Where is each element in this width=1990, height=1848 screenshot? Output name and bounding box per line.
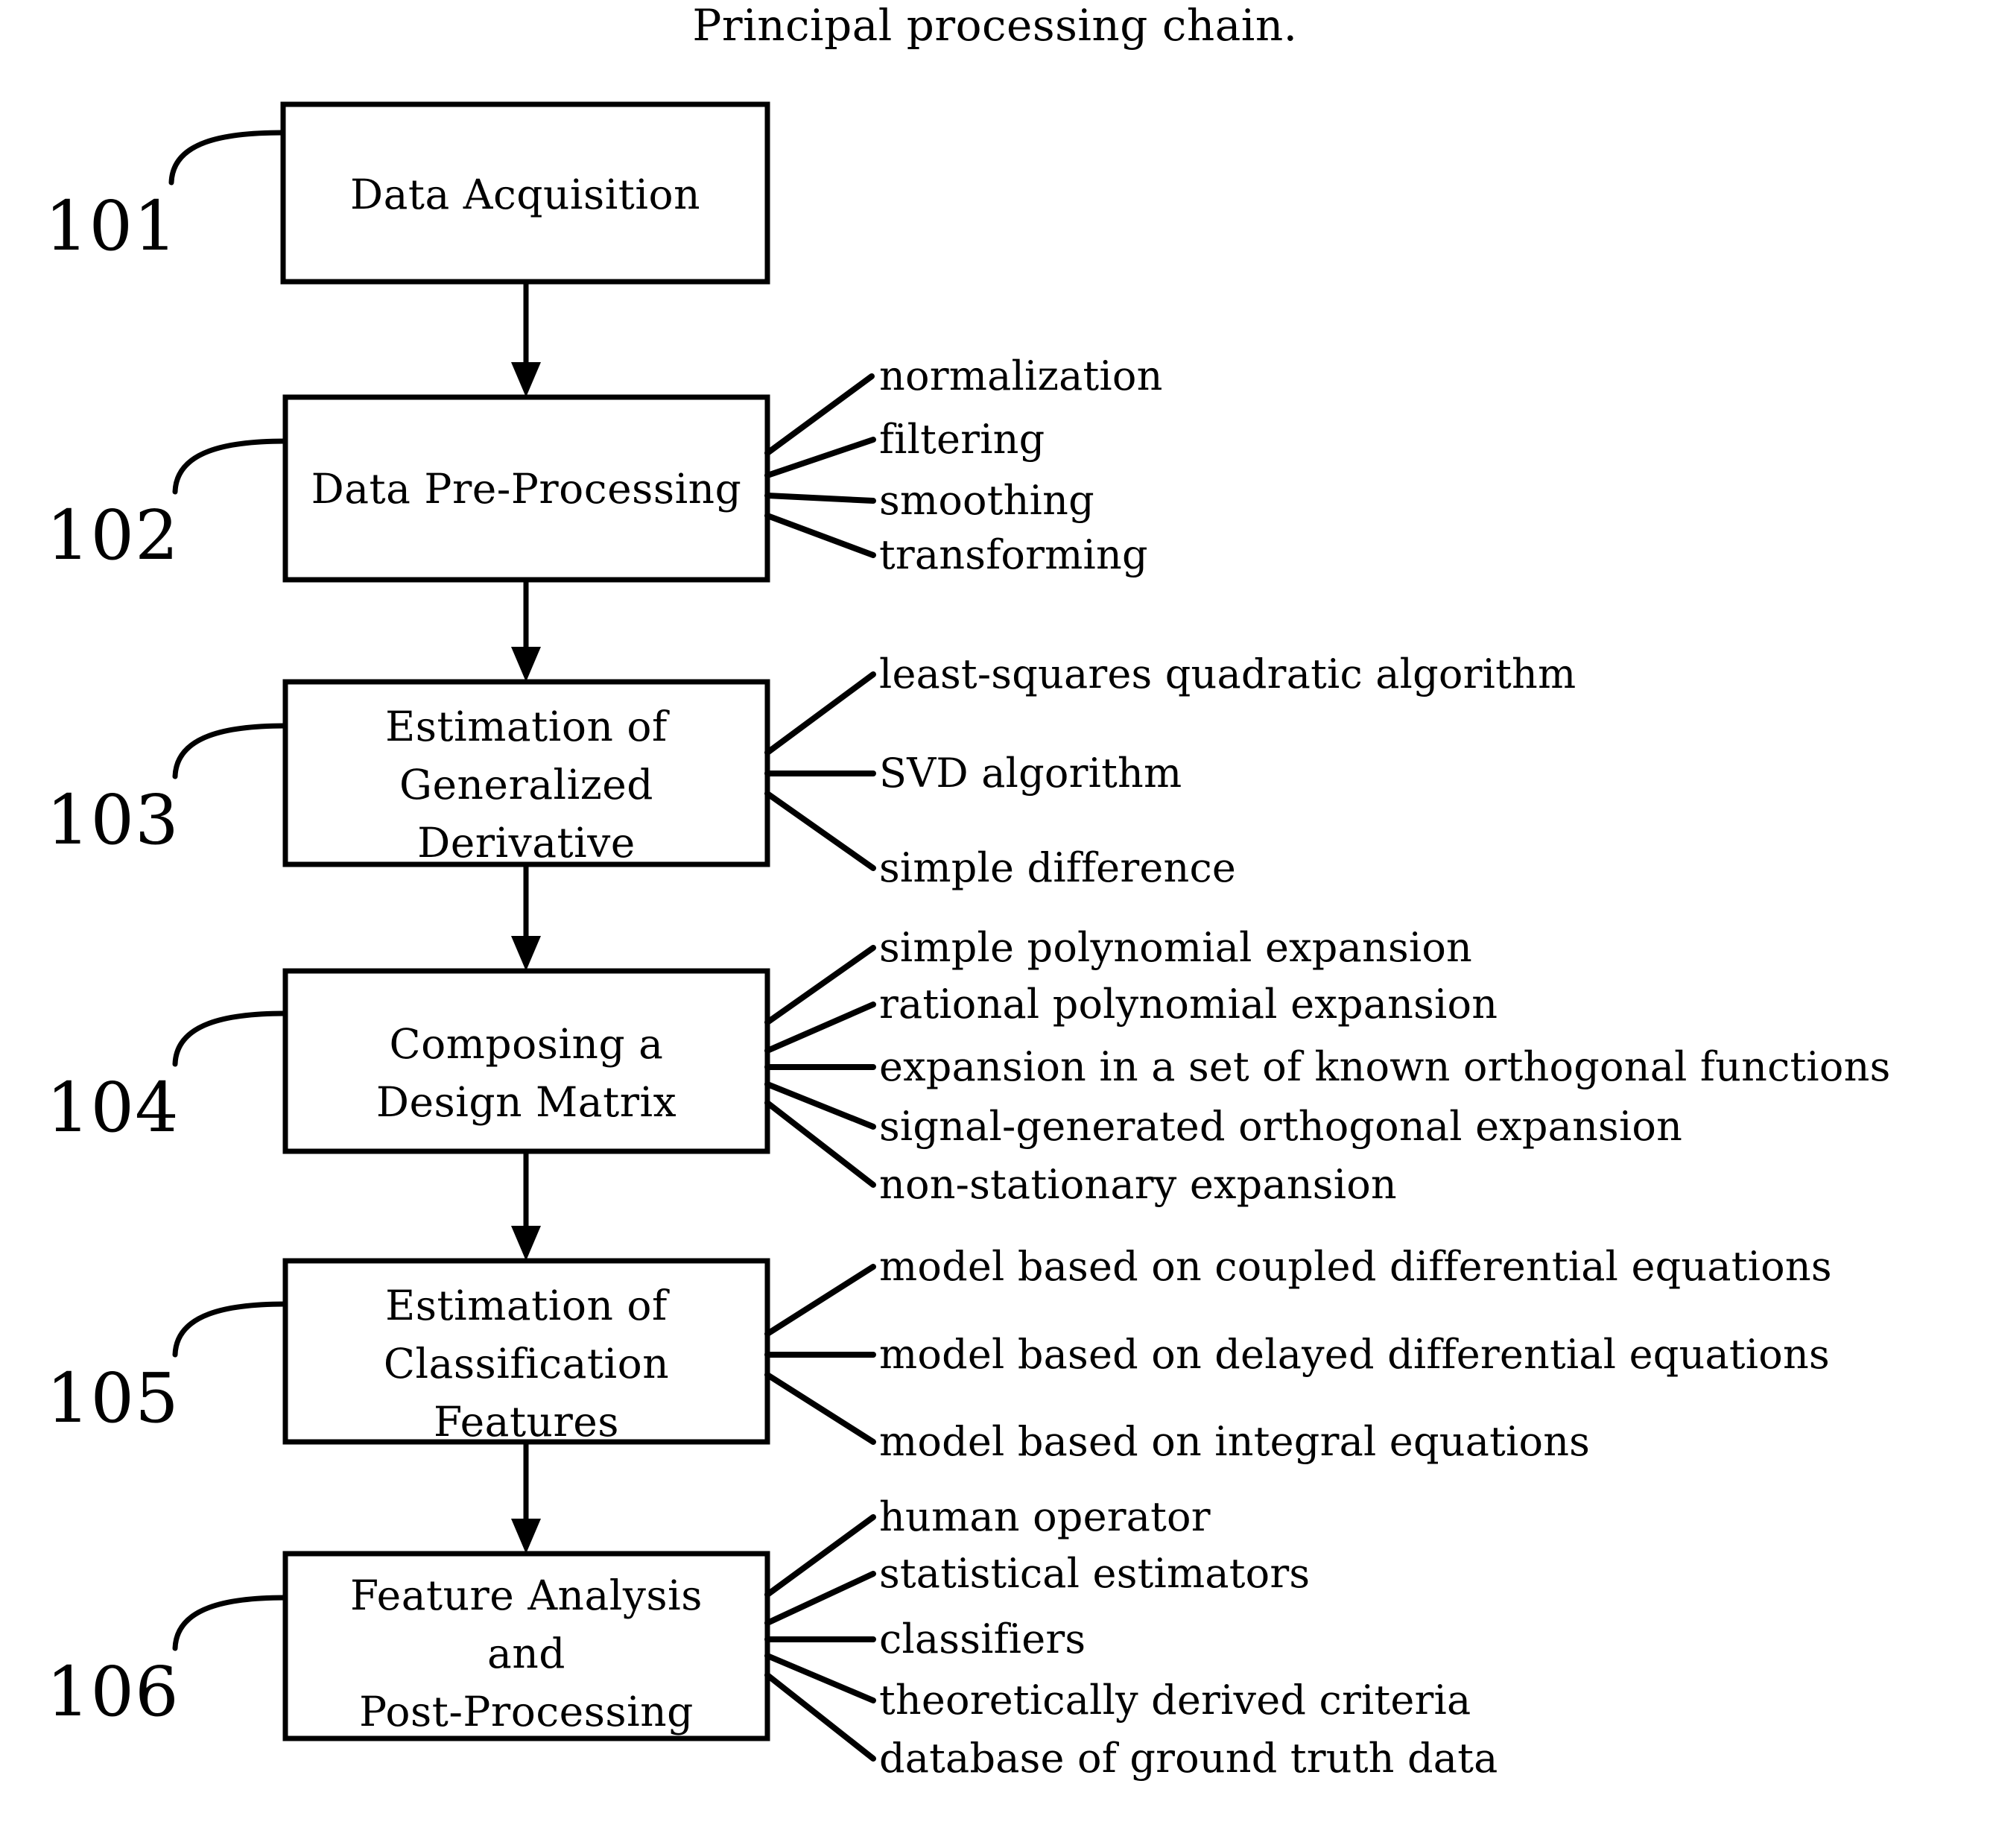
annotation-104-non-stationary: non-stationary expansion [879,1161,1397,1208]
annotation-104-signal-generated: signal-generated orthogonal expansion [879,1103,1683,1150]
annotation-leaders-106 [764,1514,876,1762]
step-label-103: Estimation of Generalized Derivative [385,703,668,867]
annotation-104-known-orthogonal: expansion in a set of known orthogonal f… [879,1043,1891,1090]
step-label-102: Data Pre-Processing [311,465,742,513]
ref-leader-104 [172,1010,288,1067]
ref-leader-103 [172,723,288,779]
ref-leader-102 [172,438,288,495]
ref-number-102: 102 [46,496,180,575]
annotation-106-classifiers: classifiers [879,1616,1086,1662]
step-label-105: Estimation of Classification Features [383,1282,670,1446]
annotation-102-smoothing: smoothing [879,477,1094,524]
ref-number-104: 104 [46,1068,180,1148]
annotation-102-transforming: transforming [879,531,1148,578]
figure-canvas: Principal processing chain. Data Acquisi… [0,0,1990,1848]
annotation-105-integral-equations: model based on integral equations [879,1418,1591,1465]
flow-arrow-102-103 [511,580,541,682]
ref-number-106: 106 [46,1652,180,1732]
annotation-102-filtering: filtering [879,416,1045,463]
annotation-102-normalization: normalization [879,352,1163,399]
annotation-leaders-104 [764,945,876,1188]
step-label-104: Composing a Design Matrix [375,1020,677,1127]
annotation-106-statistical-estimators: statistical estimators [879,1550,1311,1597]
ref-leader-105 [172,1301,288,1358]
ref-number-105: 105 [46,1358,180,1438]
flow-arrow-103-104 [511,864,541,971]
annotation-103-svd: SVD algorithm [879,750,1182,797]
flow-arrow-105-106 [511,1442,541,1554]
flow-arrow-101-102 [511,282,541,397]
annotation-106-ground-truth-db: database of ground truth data [879,1735,1498,1782]
annotation-leaders-103 [764,671,876,871]
ref-leader-106 [172,1595,288,1651]
ref-number-101: 101 [45,186,178,266]
annotation-104-rational-polynomial: rational polynomial expansion [879,981,1498,1028]
step-label-101: Data Acquisition [349,171,701,218]
annotation-106-human-operator: human operator [879,1493,1211,1540]
annotation-104-simple-polynomial: simple polynomial expansion [879,924,1473,971]
annotation-leaders-105 [764,1264,876,1445]
annotation-105-coupled-differential: model based on coupled differential equa… [879,1243,1832,1290]
annotation-103-least-squares: least-squares quadratic algorithm [879,651,1577,697]
annotation-106-theoretical-criteria: theoretically derived criteria [879,1677,1471,1724]
flow-arrow-104-105 [511,1151,541,1261]
ref-leader-101 [168,130,286,186]
annotation-leaders-102 [764,373,876,558]
annotation-105-delayed-differential: model based on delayed differential equa… [879,1331,1830,1378]
step-label-106: Feature Analysis and Post-Processing [350,1572,703,1736]
annotation-103-simple-difference: simple difference [879,844,1237,891]
ref-number-103: 103 [46,780,180,860]
